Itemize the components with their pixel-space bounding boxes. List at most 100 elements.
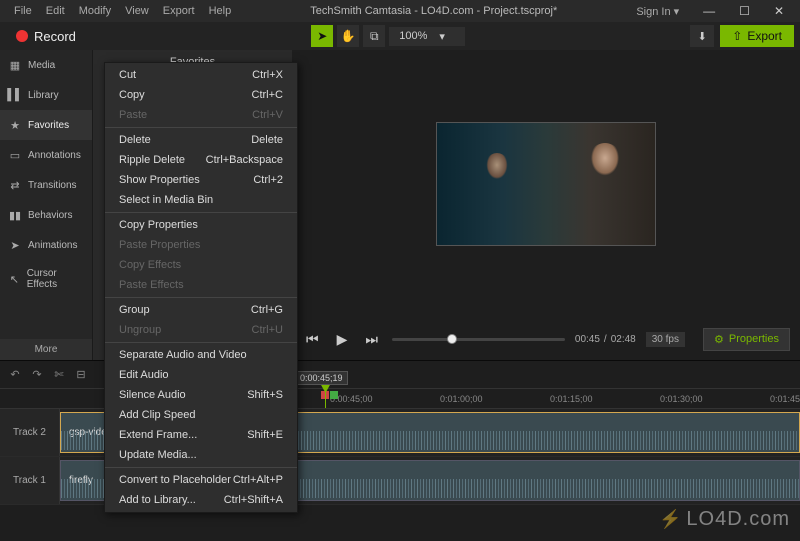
timecode: 00:45 / 02:48	[575, 334, 636, 345]
transitions-icon: ⇄	[8, 178, 22, 192]
menu-file[interactable]: File	[8, 3, 38, 19]
menu-item-convert-to-placeholder[interactable]: Convert to PlaceholderCtrl+Alt+P	[105, 470, 297, 490]
minimize-button[interactable]: —	[695, 2, 723, 20]
properties-label: Properties	[729, 333, 779, 345]
record-icon	[16, 30, 28, 42]
ruler-tick: 0:01:15;00	[550, 394, 593, 404]
menu-item-ripple-delete[interactable]: Ripple DeleteCtrl+Backspace	[105, 150, 297, 170]
menu-item-add-clip-speed[interactable]: Add Clip Speed	[105, 405, 297, 425]
scrubber[interactable]	[392, 334, 565, 344]
track-header[interactable]: Track 2	[0, 409, 60, 456]
sidebar-item-library[interactable]: ▌▌Library	[0, 80, 92, 110]
favorites-icon: ★	[8, 118, 22, 132]
menu-item-select-in-media-bin[interactable]: Select in Media Bin	[105, 190, 297, 210]
playhead-time: 0:00:45;19	[295, 371, 348, 385]
signin-button[interactable]: Sign In ▾	[630, 3, 685, 20]
menu-view[interactable]: View	[119, 3, 155, 19]
library-icon: ▌▌	[8, 88, 22, 102]
next-frame-button[interactable]: ⏭	[361, 331, 382, 348]
record-label: Record	[34, 29, 76, 44]
animations-icon: ➤	[8, 238, 22, 252]
undo-button[interactable]: ↶	[6, 366, 24, 384]
sidebar: ▦Media▌▌Library★Favorites▭Annotations⇄Tr…	[0, 50, 92, 360]
sidebar-item-cursor-effects[interactable]: ↖Cursor Effects	[0, 260, 92, 298]
menu-item-separate-audio-and-video[interactable]: Separate Audio and Video	[105, 345, 297, 365]
marker-out[interactable]	[330, 391, 338, 399]
sidebar-item-media[interactable]: ▦Media	[0, 50, 92, 80]
chevron-down-icon: ▾	[439, 30, 445, 43]
menu-separator	[105, 467, 297, 468]
menu-separator	[105, 127, 297, 128]
cursor-effects-icon: ↖	[8, 272, 21, 286]
scrubber-thumb[interactable]	[447, 334, 457, 344]
time-current: 00:45	[575, 334, 600, 345]
menu-separator	[105, 212, 297, 213]
download-button[interactable]: ⬇	[690, 25, 714, 47]
zoom-select[interactable]: 100% ▾	[389, 27, 465, 46]
menu-item-update-media-[interactable]: Update Media...	[105, 445, 297, 465]
canvas-preview[interactable]	[292, 50, 800, 318]
menu-item-paste-properties: Paste Properties	[105, 235, 297, 255]
menu-item-copy-properties[interactable]: Copy Properties	[105, 215, 297, 235]
gear-icon: ⚙	[714, 333, 724, 346]
menu-item-add-to-library-[interactable]: Add to Library...Ctrl+Shift+A	[105, 490, 297, 510]
sidebar-item-annotations[interactable]: ▭Annotations	[0, 140, 92, 170]
video-frame[interactable]	[436, 122, 656, 246]
playhead[interactable]: 0:00:45;19	[325, 389, 326, 408]
titlebar: FileEditModifyViewExportHelp TechSmith C…	[0, 0, 800, 22]
ruler-tick: 0:01:00;00	[440, 394, 483, 404]
sidebar-item-favorites[interactable]: ★Favorites	[0, 110, 92, 140]
menu-item-paste: PasteCtrl+V	[105, 105, 297, 125]
track-header[interactable]: Track 1	[0, 457, 60, 504]
menu-edit[interactable]: Edit	[40, 3, 71, 19]
scrubber-track	[392, 338, 565, 341]
split-button[interactable]: ⊟	[72, 366, 90, 384]
menu-separator	[105, 342, 297, 343]
menu-item-silence-audio[interactable]: Silence AudioShift+S	[105, 385, 297, 405]
pointer-tool-icon[interactable]: ➤	[311, 25, 333, 47]
watermark: ⚡ LO4D.com	[659, 508, 790, 531]
menu-item-copy[interactable]: CopyCtrl+C	[105, 85, 297, 105]
sidebar-item-animations[interactable]: ➤Animations	[0, 230, 92, 260]
fps-indicator[interactable]: 30 fps	[646, 332, 685, 347]
toolbar: Record ➤ ✋ ⧉ 100% ▾ ⬇ ⇧ Export	[0, 22, 800, 50]
menu-item-paste-effects: Paste Effects	[105, 275, 297, 295]
menu-item-ungroup: UngroupCtrl+U	[105, 320, 297, 340]
annotations-icon: ▭	[8, 148, 22, 162]
sidebar-more-button[interactable]: More	[0, 339, 92, 360]
menu-item-edit-audio[interactable]: Edit Audio	[105, 365, 297, 385]
menu-separator	[105, 297, 297, 298]
menu-item-extend-frame-[interactable]: Extend Frame...Shift+E	[105, 425, 297, 445]
menu-item-show-properties[interactable]: Show PropertiesCtrl+2	[105, 170, 297, 190]
properties-button[interactable]: ⚙ Properties	[703, 328, 790, 351]
menu-item-delete[interactable]: DeleteDelete	[105, 130, 297, 150]
hand-tool-icon[interactable]: ✋	[337, 25, 359, 47]
menu-export[interactable]: Export	[157, 3, 201, 19]
bolt-icon: ⚡	[659, 509, 682, 530]
menu-modify[interactable]: Modify	[73, 3, 117, 19]
crop-tool-icon[interactable]: ⧉	[363, 25, 385, 47]
play-button[interactable]: ▶	[333, 331, 352, 348]
redo-button[interactable]: ↷	[28, 366, 46, 384]
menu-help[interactable]: Help	[203, 3, 238, 19]
maximize-button[interactable]: ☐	[731, 2, 758, 20]
window-title: TechSmith Camtasia - LO4D.com - Project.…	[237, 5, 630, 17]
menu-bar: FileEditModifyViewExportHelp	[8, 3, 237, 19]
menu-item-cut[interactable]: CutCtrl+X	[105, 65, 297, 85]
media-icon: ▦	[8, 58, 22, 72]
sidebar-item-behaviors[interactable]: ▮▮Behaviors	[0, 200, 92, 230]
menu-item-group[interactable]: GroupCtrl+G	[105, 300, 297, 320]
menu-item-copy-effects: Copy Effects	[105, 255, 297, 275]
export-icon: ⇧	[732, 29, 742, 43]
time-total: 02:48	[611, 334, 636, 345]
record-button[interactable]: Record	[6, 26, 86, 47]
cut-button[interactable]: ✄	[50, 366, 68, 384]
export-button[interactable]: ⇧ Export	[720, 25, 794, 47]
ruler-tick: 0:01:45;00	[770, 394, 800, 404]
export-label: Export	[747, 29, 782, 43]
prev-frame-button[interactable]: ⏮	[302, 331, 323, 348]
canvas-area: ⏮ ▶ ⏭ 00:45 / 02:48 30 fps ⚙ Properties	[292, 50, 800, 360]
sidebar-item-transitions[interactable]: ⇄Transitions	[0, 170, 92, 200]
close-button[interactable]: ✕	[766, 2, 792, 20]
playback-bar: ⏮ ▶ ⏭ 00:45 / 02:48 30 fps ⚙ Properties	[292, 318, 800, 360]
